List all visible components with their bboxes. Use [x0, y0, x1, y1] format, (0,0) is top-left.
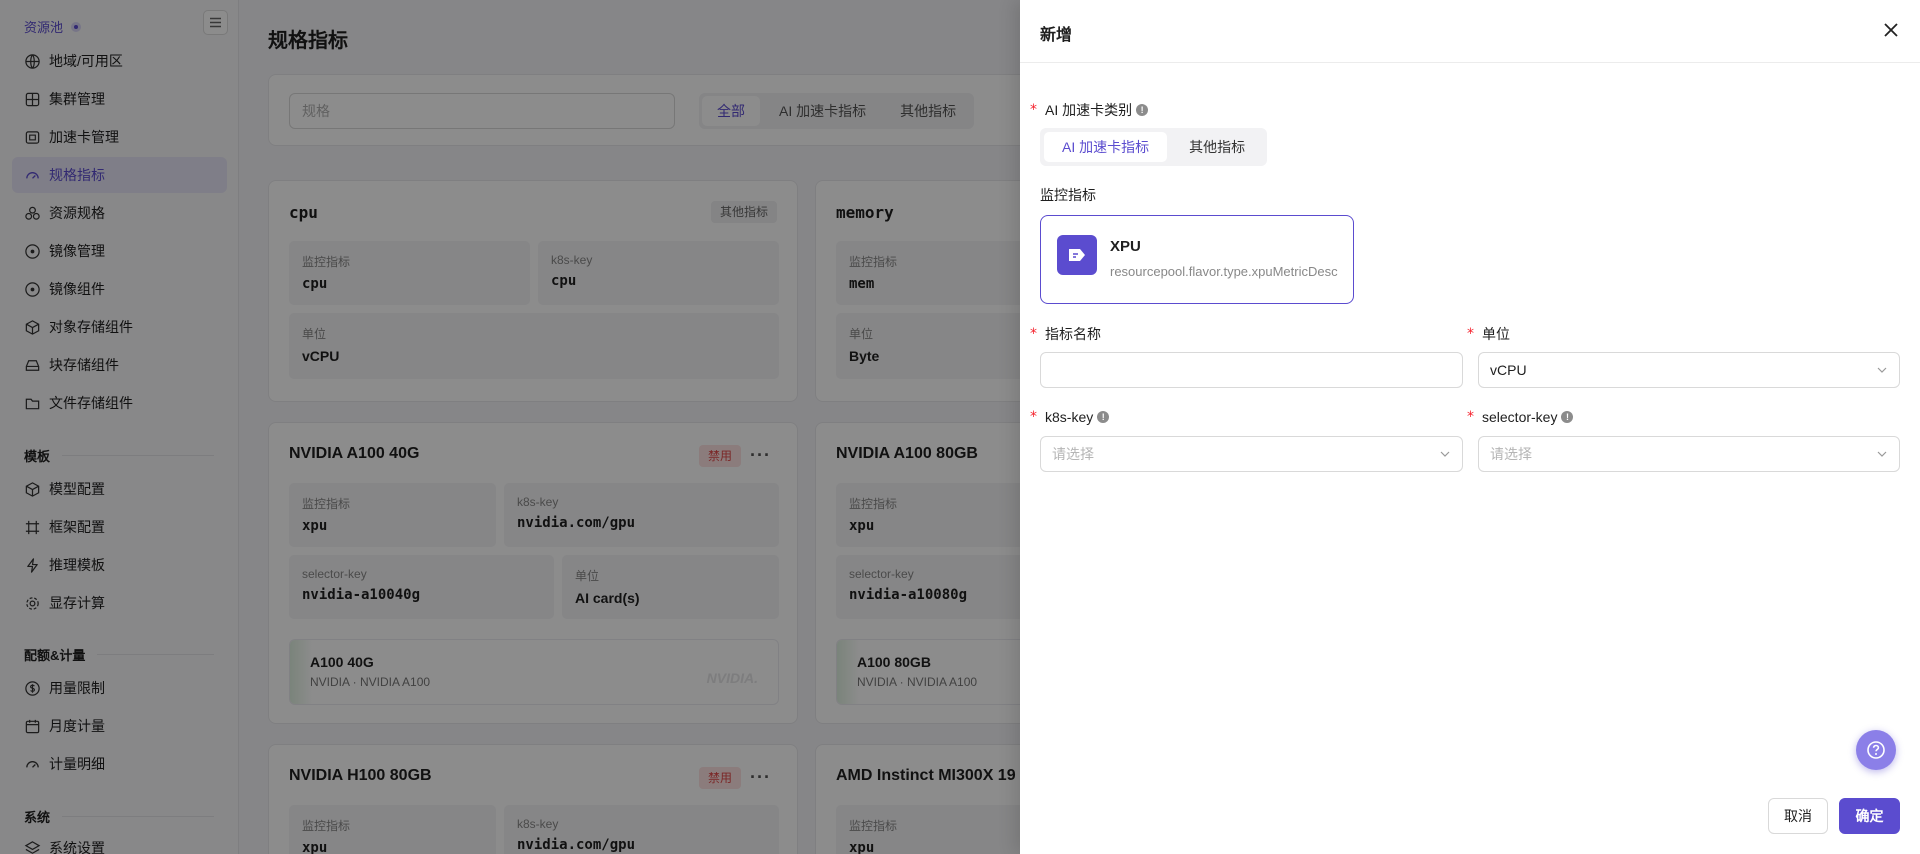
- chevron-down-icon: [1877, 451, 1887, 457]
- unit-label: * 单位: [1467, 324, 1510, 344]
- accel-type-label: * AI 加速卡类别 !: [1030, 100, 1149, 120]
- create-metric-drawer: 新增 * AI 加速卡类别 ! AI 加速卡指标 其他指标 监控指标 XPU r…: [1020, 0, 1920, 854]
- required-mark: *: [1030, 409, 1037, 425]
- required-mark: *: [1467, 326, 1474, 342]
- tab-ai-card-metric[interactable]: AI 加速卡指标: [1044, 132, 1168, 162]
- drawer-header: 新增: [1020, 0, 1920, 63]
- tab-other-metric[interactable]: 其他指标: [1171, 132, 1263, 162]
- required-mark: *: [1030, 326, 1037, 342]
- metric-name: XPU: [1110, 238, 1141, 255]
- unit-select[interactable]: vCPU: [1478, 352, 1900, 388]
- modal-mask[interactable]: [0, 0, 1020, 854]
- close-icon[interactable]: [1880, 19, 1902, 41]
- label-text: 监控指标: [1040, 187, 1096, 203]
- required-mark: *: [1467, 409, 1474, 425]
- monitor-metric-label: 监控指标: [1040, 185, 1096, 205]
- select-placeholder: 请选择: [1490, 446, 1532, 462]
- chevron-down-icon: [1440, 451, 1450, 457]
- label-text: AI 加速卡类别: [1045, 102, 1133, 118]
- drawer-title: 新增: [1040, 27, 1073, 44]
- metric-icon: [1057, 235, 1097, 275]
- xpu-metric-option[interactable]: XPU resourcepool.flavor.type.xpuMetricDe…: [1040, 215, 1354, 304]
- chevron-down-icon: [1877, 367, 1887, 373]
- selector-key-select[interactable]: 请选择: [1478, 436, 1900, 472]
- help-button[interactable]: [1856, 730, 1896, 770]
- metric-name-label: * 指标名称: [1030, 324, 1101, 344]
- required-mark: *: [1030, 102, 1037, 118]
- cancel-button[interactable]: 取消: [1768, 798, 1828, 834]
- k8s-key-label: * k8s-key !: [1030, 409, 1110, 425]
- metric-name-input[interactable]: [1040, 352, 1463, 388]
- info-icon[interactable]: !: [1136, 104, 1149, 116]
- select-placeholder: 请选择: [1052, 446, 1094, 462]
- k8s-key-select[interactable]: 请选择: [1040, 436, 1463, 472]
- tag-icon: [1069, 249, 1085, 261]
- accel-type-selector: AI 加速卡指标 其他指标: [1040, 128, 1268, 166]
- info-icon[interactable]: !: [1561, 411, 1574, 423]
- label-text: 单位: [1482, 326, 1510, 342]
- metric-description: resourcepool.flavor.type.xpuMetricDesc: [1110, 264, 1338, 279]
- confirm-button[interactable]: 确定: [1839, 798, 1900, 834]
- label-text: k8s-key: [1045, 409, 1094, 425]
- info-icon[interactable]: !: [1097, 411, 1110, 423]
- select-value: vCPU: [1490, 362, 1527, 378]
- label-text: 指标名称: [1045, 326, 1101, 342]
- label-text: selector-key: [1482, 409, 1558, 425]
- question-icon: [1867, 741, 1885, 759]
- selector-key-label: * selector-key !: [1467, 409, 1574, 425]
